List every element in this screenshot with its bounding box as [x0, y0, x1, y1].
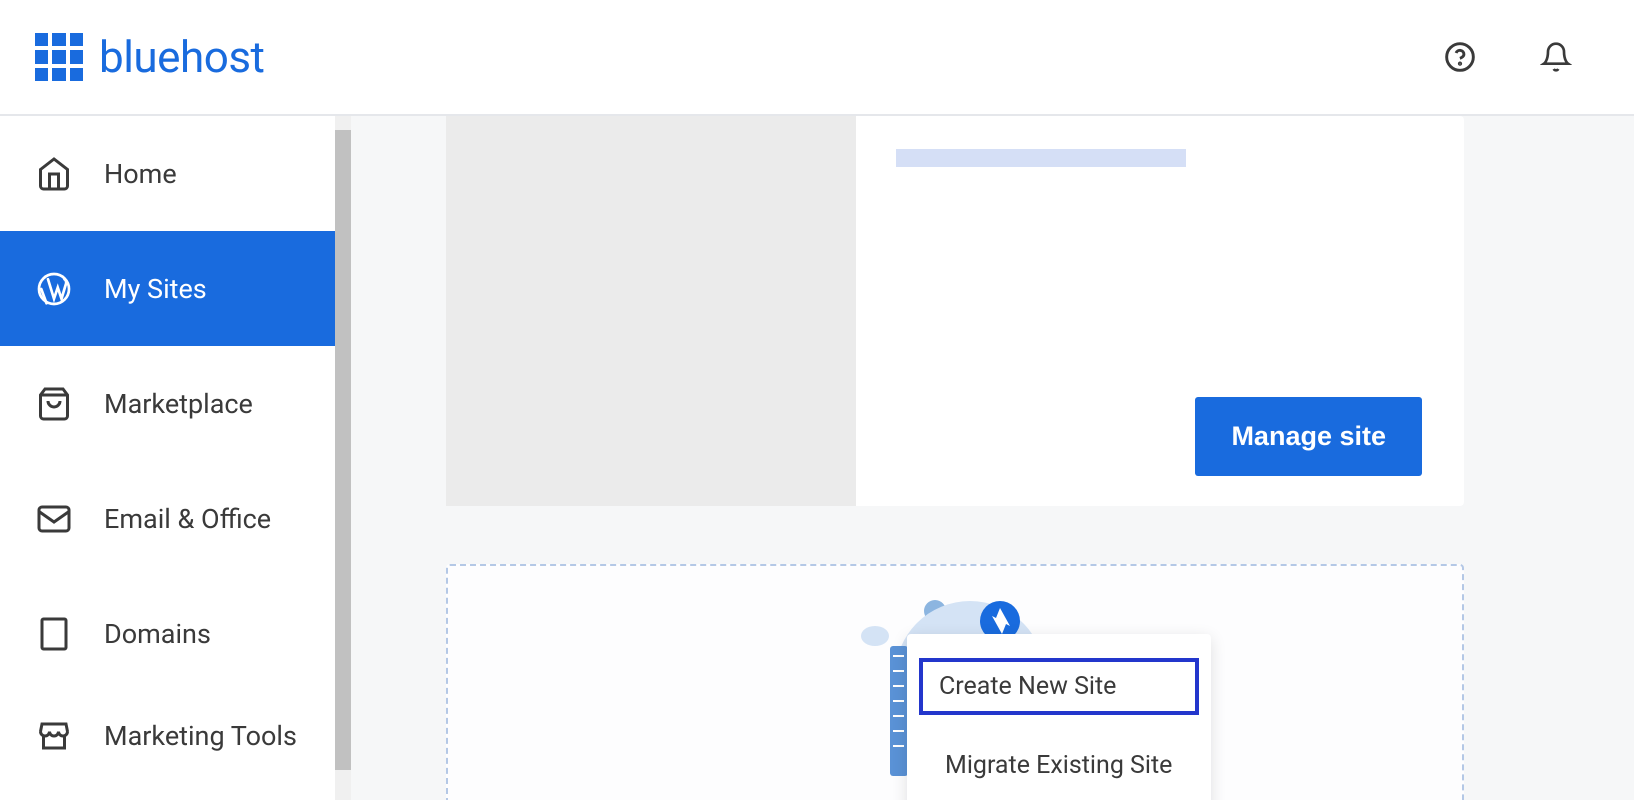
- create-new-site-option[interactable]: Create New Site: [919, 658, 1199, 715]
- help-icon: [1444, 41, 1476, 73]
- add-site-card: Create New Site Migrate Existing Site Ad…: [446, 564, 1464, 800]
- brand-name: bluehost: [99, 31, 264, 83]
- site-info: Manage site: [856, 116, 1464, 506]
- header: bluehost: [0, 0, 1634, 116]
- logo-grid-icon: [35, 33, 83, 81]
- header-icons: [1442, 39, 1574, 75]
- bell-icon: [1540, 41, 1572, 73]
- sidebar-item-label: Marketing Tools: [104, 720, 297, 752]
- storefront-icon: [36, 718, 72, 754]
- manage-site-button[interactable]: Manage site: [1195, 397, 1422, 476]
- sidebar-item-label: Home: [104, 158, 177, 190]
- sidebar-scrollbar[interactable]: [335, 116, 351, 800]
- sidebar: Home My Sites Marketplace: [0, 116, 351, 800]
- sidebar-item-domains[interactable]: Domains: [0, 576, 351, 691]
- sidebar-item-home[interactable]: Home: [0, 116, 351, 231]
- site-url-placeholder: [896, 149, 1186, 167]
- sidebar-item-label: Marketplace: [104, 388, 253, 420]
- site-thumbnail: [446, 116, 856, 506]
- logo[interactable]: bluehost: [35, 31, 264, 83]
- sidebar-item-label: My Sites: [104, 273, 207, 305]
- sidebar-scrollbar-thumb[interactable]: [335, 130, 351, 770]
- sidebar-item-label: Domains: [104, 618, 211, 650]
- sidebar-item-email-office[interactable]: Email & Office: [0, 461, 351, 576]
- help-button[interactable]: [1442, 39, 1478, 75]
- building-icon: [36, 616, 72, 652]
- shopping-bag-icon: [36, 386, 72, 422]
- site-card: Manage site: [446, 116, 1464, 506]
- mail-icon: [36, 501, 72, 537]
- home-icon: [36, 156, 72, 192]
- sidebar-item-my-sites[interactable]: My Sites: [0, 231, 351, 346]
- sidebar-item-label: Email & Office: [104, 503, 271, 535]
- add-site-dropdown: Create New Site Migrate Existing Site: [907, 634, 1211, 800]
- sidebar-item-marketing-tools[interactable]: Marketing Tools: [0, 691, 351, 781]
- migrate-existing-site-option[interactable]: Migrate Existing Site: [921, 731, 1197, 800]
- sidebar-item-marketplace[interactable]: Marketplace: [0, 346, 351, 461]
- notifications-button[interactable]: [1538, 39, 1574, 75]
- main-container: Home My Sites Marketplace: [0, 116, 1634, 800]
- wordpress-icon: [36, 271, 72, 307]
- content-area: Manage site Create New Sit: [351, 116, 1634, 800]
